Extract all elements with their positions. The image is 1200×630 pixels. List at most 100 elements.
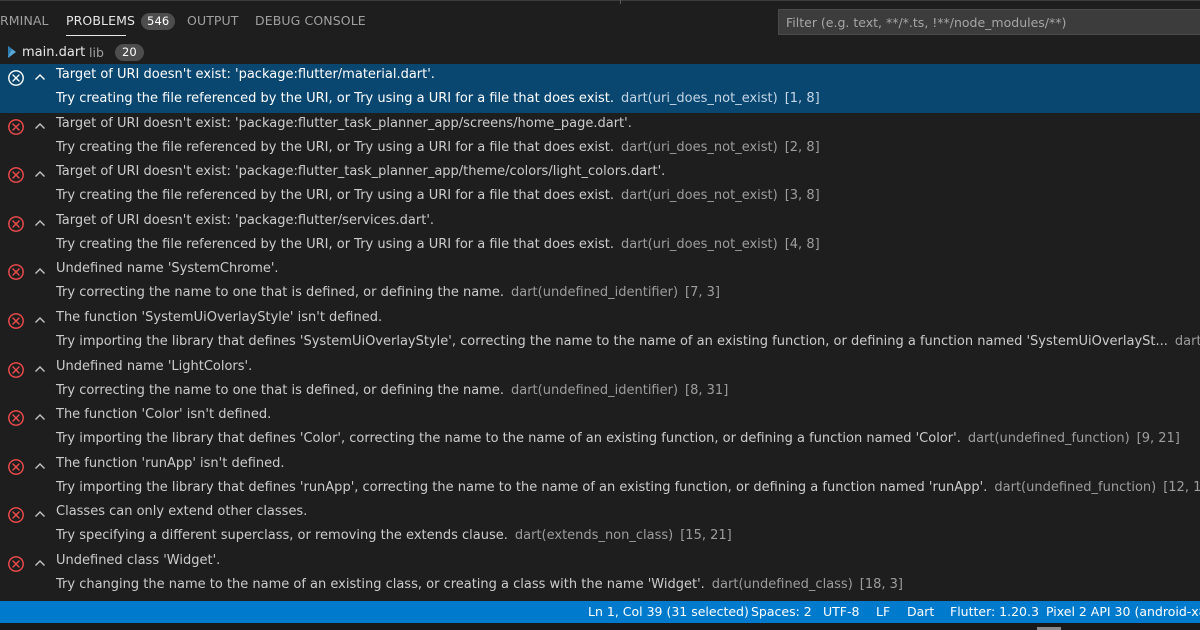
problem-message: The function 'Color' isn't defined. xyxy=(56,407,272,423)
problem-source: dart(uri_does_not_exist) xyxy=(621,139,778,155)
problem-source: dart(undefined_identifier) xyxy=(510,382,679,398)
problem-detail: Try correcting the name to one that is d… xyxy=(56,285,720,300)
problem-source: dart(undefined_identifier) xyxy=(510,285,679,301)
problems-count-badge: 546 xyxy=(141,13,176,30)
problem-detail: Try creating the file referenced by the … xyxy=(56,91,820,106)
problem-detail-text: Try changing the name to the name of an … xyxy=(56,577,705,592)
problem-detail: Try creating the file referenced by the … xyxy=(56,140,820,155)
problem-detail-text: Try importing the library that defines '… xyxy=(56,479,988,495)
problem-message: Target of URI doesn't exist: 'package:fl… xyxy=(56,212,435,228)
problem-source: dart(undefined_class) xyxy=(711,577,853,592)
error-circle-x-icon xyxy=(8,215,24,232)
problem-detail: Try creating the file referenced by the … xyxy=(56,188,820,203)
problem-source: dart(undef xyxy=(1174,334,1200,349)
problem-message: Target of URI doesn't exist: 'package:fl… xyxy=(56,164,666,180)
problem-position: [9, 21] xyxy=(1136,431,1180,447)
chevron-up-icon[interactable] xyxy=(34,558,46,568)
problem-item[interactable]: Undefined name 'SystemChrome'. Try correc… xyxy=(0,258,1200,307)
problem-detail: Try importing the library that defines '… xyxy=(56,480,1200,495)
problem-source: dart(undefined_function) xyxy=(994,479,1157,495)
problem-detail-text: Try specifying a different superclass, o… xyxy=(56,528,508,544)
problem-source: dart(uri_does_not_exist) xyxy=(621,91,778,106)
problem-item[interactable]: The function 'SystemUiOverlayStyle' isn'… xyxy=(0,307,1200,356)
chevron-up-icon[interactable] xyxy=(34,169,46,179)
chevron-up-icon[interactable] xyxy=(34,315,46,325)
problem-message: Target of URI doesn't exist: 'package:fl… xyxy=(56,67,435,82)
problem-item[interactable]: Target of URI doesn't exist: 'package:fl… xyxy=(0,113,1200,162)
problem-position: [18, 3] xyxy=(859,577,904,592)
error-circle-x-icon xyxy=(8,313,24,329)
error-circle-x-icon xyxy=(8,458,24,475)
problem-position: [8, 31] xyxy=(685,382,729,398)
problem-detail-text: Try creating the file referenced by the … xyxy=(56,188,614,204)
status-language-mode[interactable]: Dart xyxy=(907,604,934,619)
problem-source: dart(extends_non_class) xyxy=(514,528,674,544)
problem-detail-text: Try importing the library that defines '… xyxy=(56,334,1168,349)
problem-item[interactable]: Target of URI doesn't exist: 'package:fl… xyxy=(0,64,1200,113)
problem-position: [12, 10] xyxy=(1163,479,1200,495)
dart-file-icon xyxy=(8,46,16,58)
problem-position: [4, 8] xyxy=(784,236,820,252)
problem-position: [7, 3] xyxy=(685,285,720,301)
chevron-up-icon[interactable] xyxy=(34,72,46,82)
filter-input[interactable] xyxy=(779,10,1200,34)
problem-detail-text: Try correcting the name to one that is d… xyxy=(56,382,504,398)
tab-terminal[interactable]: RMINAL xyxy=(0,13,49,28)
problem-message: Undefined class 'Widget'. xyxy=(56,553,221,568)
error-circle-x-icon xyxy=(8,118,24,135)
tab-debug-console[interactable]: DEBUG CONSOLE xyxy=(255,13,366,28)
problem-message: Undefined name 'LightColors'. xyxy=(56,358,253,374)
problem-message: The function 'runApp' isn't defined. xyxy=(56,455,285,471)
problem-item[interactable]: The function 'Color' isn't defined. Try i… xyxy=(0,404,1200,453)
error-circle-x-icon xyxy=(8,361,24,378)
status-indentation[interactable]: Spaces: 2 xyxy=(751,604,812,619)
error-circle-x-icon xyxy=(8,556,24,572)
problem-item[interactable]: Classes can only extend other classes. Tr… xyxy=(0,501,1200,550)
problem-position: [2, 8] xyxy=(784,139,820,155)
problem-item[interactable]: Undefined class 'Widget'. Try changing th… xyxy=(0,550,1200,599)
problem-detail: Try changing the name to the name of an … xyxy=(56,577,903,592)
problem-message: The function 'SystemUiOverlayStyle' isn'… xyxy=(56,310,383,325)
problem-position: [15, 21] xyxy=(680,528,732,544)
problem-item[interactable]: Target of URI doesn't exist: 'package:fl… xyxy=(0,210,1200,259)
status-flutter-version[interactable]: Flutter: 1.20.3 xyxy=(950,604,1039,619)
problem-detail: Try importing the library that defines '… xyxy=(56,431,1180,446)
problem-item[interactable]: The function 'runApp' isn't defined. Try … xyxy=(0,453,1200,502)
problem-detail-text: Try importing the library that defines '… xyxy=(56,431,961,447)
tab-problems-label: PROBLEMS xyxy=(66,13,136,28)
status-encoding[interactable]: UTF-8 xyxy=(823,604,859,619)
chevron-up-icon[interactable] xyxy=(34,121,46,131)
file-directory: lib xyxy=(89,45,104,60)
status-bar: Ln 1, Col 39 (31 selected) Spaces: 2 UTF… xyxy=(0,601,1200,623)
chevron-up-icon[interactable] xyxy=(34,461,46,471)
problem-message: Target of URI doesn't exist: 'package:fl… xyxy=(56,115,632,131)
chevron-up-icon[interactable] xyxy=(34,218,46,228)
error-circle-x-icon xyxy=(8,70,24,86)
problem-source: dart(uri_does_not_exist) xyxy=(621,188,778,204)
error-circle-x-icon xyxy=(8,410,24,427)
chevron-up-icon[interactable] xyxy=(34,266,46,276)
status-cursor-position[interactable]: Ln 1, Col 39 (31 selected) xyxy=(588,604,749,619)
active-tab-indicator xyxy=(66,35,126,36)
problems-filter-box[interactable] xyxy=(778,9,1200,35)
tab-output[interactable]: OUTPUT xyxy=(187,13,239,28)
tab-problems[interactable]: PROBLEMS 546 xyxy=(66,13,176,30)
problem-detail: Try creating the file referenced by the … xyxy=(56,237,820,252)
problem-position: [3, 8] xyxy=(784,188,820,204)
problem-detail: Try specifying a different superclass, o… xyxy=(56,528,732,543)
status-end-of-line[interactable]: LF xyxy=(876,604,890,619)
status-device[interactable]: Pixel 2 API 30 (android-x86 xyxy=(1046,604,1200,619)
problem-item[interactable]: Target of URI doesn't exist: 'package:fl… xyxy=(0,161,1200,210)
error-circle-x-icon xyxy=(8,507,24,524)
error-circle-x-icon xyxy=(8,167,24,184)
problem-item[interactable]: Undefined name 'LightColors'. Try correct… xyxy=(0,356,1200,405)
bottom-strip xyxy=(0,623,1200,630)
problem-detail-text: Try creating the file referenced by the … xyxy=(56,236,614,252)
chevron-up-icon[interactable] xyxy=(34,412,46,422)
chevron-up-icon[interactable] xyxy=(34,509,46,519)
file-group-row[interactable]: main.dart lib 20 xyxy=(0,42,1200,64)
problem-detail-text: Try correcting the name to one that is d… xyxy=(56,285,504,301)
problem-source: dart(uri_does_not_exist) xyxy=(621,236,778,252)
chevron-up-icon[interactable] xyxy=(34,364,46,374)
problem-detail-text: Try creating the file referenced by the … xyxy=(56,139,614,155)
